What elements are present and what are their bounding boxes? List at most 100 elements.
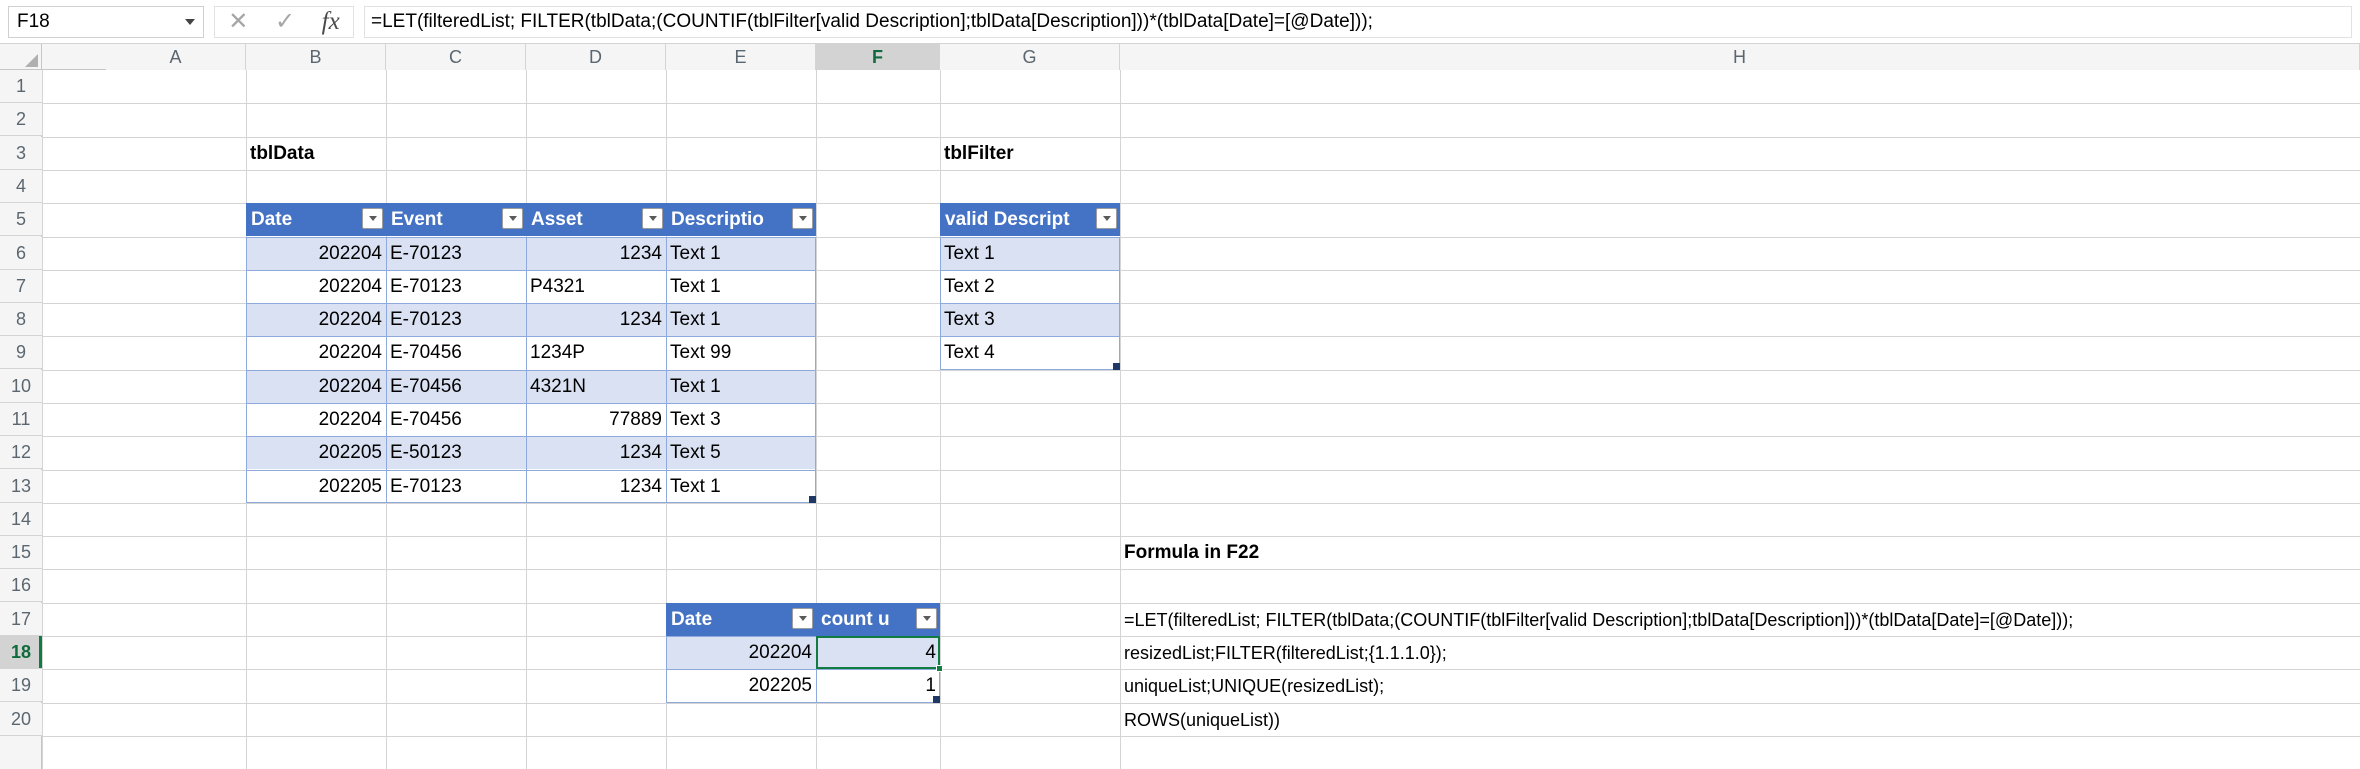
tblsummary-cell-count[interactable]: 1	[816, 669, 940, 702]
tbldata-cell-event[interactable]: E-70123	[386, 270, 526, 303]
gridline-horizontal	[42, 569, 2360, 570]
tbldata-rowline	[246, 336, 816, 337]
tblsummary-colline	[816, 636, 817, 703]
tbldata-cell-description[interactable]: Text 1	[666, 370, 816, 403]
row-header-7[interactable]: 7	[0, 270, 42, 303]
row-header-2[interactable]: 2	[0, 103, 42, 136]
tbldata-cell-event[interactable]: E-70456	[386, 370, 526, 403]
tblfilter-resize-handle[interactable]	[1113, 363, 1120, 370]
formula-bar-buttons: ✕ ✓ fx	[214, 5, 354, 38]
row-header-10[interactable]: 10	[0, 370, 42, 403]
column-header-e[interactable]: E	[666, 44, 816, 70]
column-header-h[interactable]: H	[1120, 44, 2360, 70]
tbldata-resize-handle[interactable]	[809, 496, 816, 503]
tbldata-cell-date[interactable]: 202204	[246, 370, 386, 403]
chevron-down-icon[interactable]	[185, 18, 195, 25]
tblfilter-filter-button[interactable]	[1096, 208, 1117, 229]
tblsummary-filter-button-0[interactable]	[792, 608, 813, 629]
row-header-19[interactable]: 19	[0, 669, 42, 702]
row-header-17[interactable]: 17	[0, 603, 42, 636]
tblsummary-cell-date[interactable]: 202205	[666, 669, 816, 702]
row-header-12[interactable]: 12	[0, 436, 42, 469]
tbldata-rowline	[246, 470, 816, 471]
tblfilter-rowline	[940, 270, 1120, 271]
tbldata-cell-date[interactable]: 202205	[246, 436, 386, 469]
row-header-6[interactable]: 6	[0, 237, 42, 270]
tbldata-cell-event[interactable]: E-50123	[386, 436, 526, 469]
tblsummary-cell-count[interactable]: 4	[816, 636, 940, 669]
gridline-horizontal	[42, 137, 2360, 138]
row-header-1[interactable]: 1	[0, 70, 42, 103]
tbldata-cell-event[interactable]: E-70123	[386, 237, 526, 270]
tbldata-cell-description[interactable]: Text 1	[666, 237, 816, 270]
tblfilter-rowline	[940, 336, 1120, 337]
tbldata-cell-asset[interactable]: 1234	[526, 237, 666, 270]
row-header-9[interactable]: 9	[0, 336, 42, 369]
column-header-b[interactable]: B	[246, 44, 386, 70]
tbldata-cell-description[interactable]: Text 5	[666, 436, 816, 469]
tblsummary-resize-handle[interactable]	[933, 696, 940, 703]
column-header-a[interactable]: A	[106, 44, 246, 70]
tbldata-cell-event[interactable]: E-70456	[386, 336, 526, 369]
tbldata-filter-button-3[interactable]	[792, 208, 813, 229]
tbldata-cell-date[interactable]: 202205	[246, 470, 386, 503]
tbldata-cell-date[interactable]: 202204	[246, 403, 386, 436]
column-header-g[interactable]: G	[940, 44, 1120, 70]
row-header-14[interactable]: 14	[0, 503, 42, 536]
tbldata-cell-description[interactable]: Text 99	[666, 336, 816, 369]
row-header-4[interactable]: 4	[0, 170, 42, 203]
formula-input[interactable]: =LET(filteredList; FILTER(tblData;(COUNT…	[364, 5, 2352, 38]
row-header-11[interactable]: 11	[0, 403, 42, 436]
row-header-18[interactable]: 18	[0, 636, 42, 669]
cancel-icon[interactable]: ✕	[228, 9, 248, 34]
tbldata-cell-asset[interactable]: 1234	[526, 303, 666, 336]
row-header-8[interactable]: 8	[0, 303, 42, 336]
row-header-20[interactable]: 20	[0, 703, 42, 736]
tbldata-cell-description[interactable]: Text 3	[666, 403, 816, 436]
tbldata-cell-event[interactable]: E-70123	[386, 470, 526, 503]
tbldata-filter-button-2[interactable]	[642, 208, 663, 229]
row-header-5[interactable]: 5	[0, 203, 42, 236]
tbldata-cell-event[interactable]: E-70123	[386, 303, 526, 336]
fx-icon[interactable]: fx	[322, 9, 340, 34]
tbldata-cell-asset[interactable]: 77889	[526, 403, 666, 436]
confirm-icon[interactable]: ✓	[275, 9, 295, 34]
row-header-15[interactable]: 15	[0, 536, 42, 569]
tbldata-cell-asset[interactable]: 1234P	[526, 336, 666, 369]
tblfilter-title: tblFilter	[944, 143, 1014, 164]
tbldata-cell-date[interactable]: 202204	[246, 237, 386, 270]
column-header-c[interactable]: C	[386, 44, 526, 70]
tbldata-filter-button-0[interactable]	[362, 208, 383, 229]
formula-bar: F18 ✕ ✓ fx =LET(filteredList; FILTER(tbl…	[0, 0, 2360, 44]
tblfilter-cell-description[interactable]: Text 1	[940, 237, 1120, 270]
row-header-16[interactable]: 16	[0, 569, 42, 602]
tbldata-cell-description[interactable]: Text 1	[666, 470, 816, 503]
selection-fill-handle[interactable]	[936, 665, 943, 672]
tbldata-cell-date[interactable]: 202204	[246, 336, 386, 369]
select-all-corner[interactable]	[0, 44, 42, 70]
tbldata-cell-date[interactable]: 202204	[246, 303, 386, 336]
column-header-f[interactable]: F	[816, 44, 940, 70]
tbldata-cell-description[interactable]: Text 1	[666, 303, 816, 336]
tbldata-cell-asset[interactable]: P4321	[526, 270, 666, 303]
tbldata-cell-asset[interactable]: 1234	[526, 436, 666, 469]
tbldata-filter-button-1[interactable]	[502, 208, 523, 229]
row-header-label: 20	[10, 708, 32, 729]
column-header-d[interactable]: D	[526, 44, 666, 70]
tbldata-cell-asset[interactable]: 1234	[526, 470, 666, 503]
tbldata-cell-date[interactable]: 202204	[246, 270, 386, 303]
row-header-13[interactable]: 13	[0, 470, 42, 503]
tbldata-cell-asset[interactable]: 4321N	[526, 370, 666, 403]
tblfilter-cell-description[interactable]: Text 3	[940, 303, 1120, 336]
name-box[interactable]: F18	[8, 5, 204, 38]
tblfilter-cell-description[interactable]: Text 4	[940, 336, 1120, 369]
tblfilter-cell-description[interactable]: Text 2	[940, 270, 1120, 303]
tbldata-cell-description[interactable]: Text 1	[666, 270, 816, 303]
tblsummary-cell-date[interactable]: 202204	[666, 636, 816, 669]
row-header-3[interactable]: 3	[0, 137, 42, 170]
row-header-label: 12	[10, 441, 32, 462]
chevron-down-icon	[1102, 216, 1111, 221]
row-header-label: 1	[15, 75, 26, 96]
tblsummary-filter-button-1[interactable]	[916, 608, 937, 629]
tbldata-cell-event[interactable]: E-70456	[386, 403, 526, 436]
